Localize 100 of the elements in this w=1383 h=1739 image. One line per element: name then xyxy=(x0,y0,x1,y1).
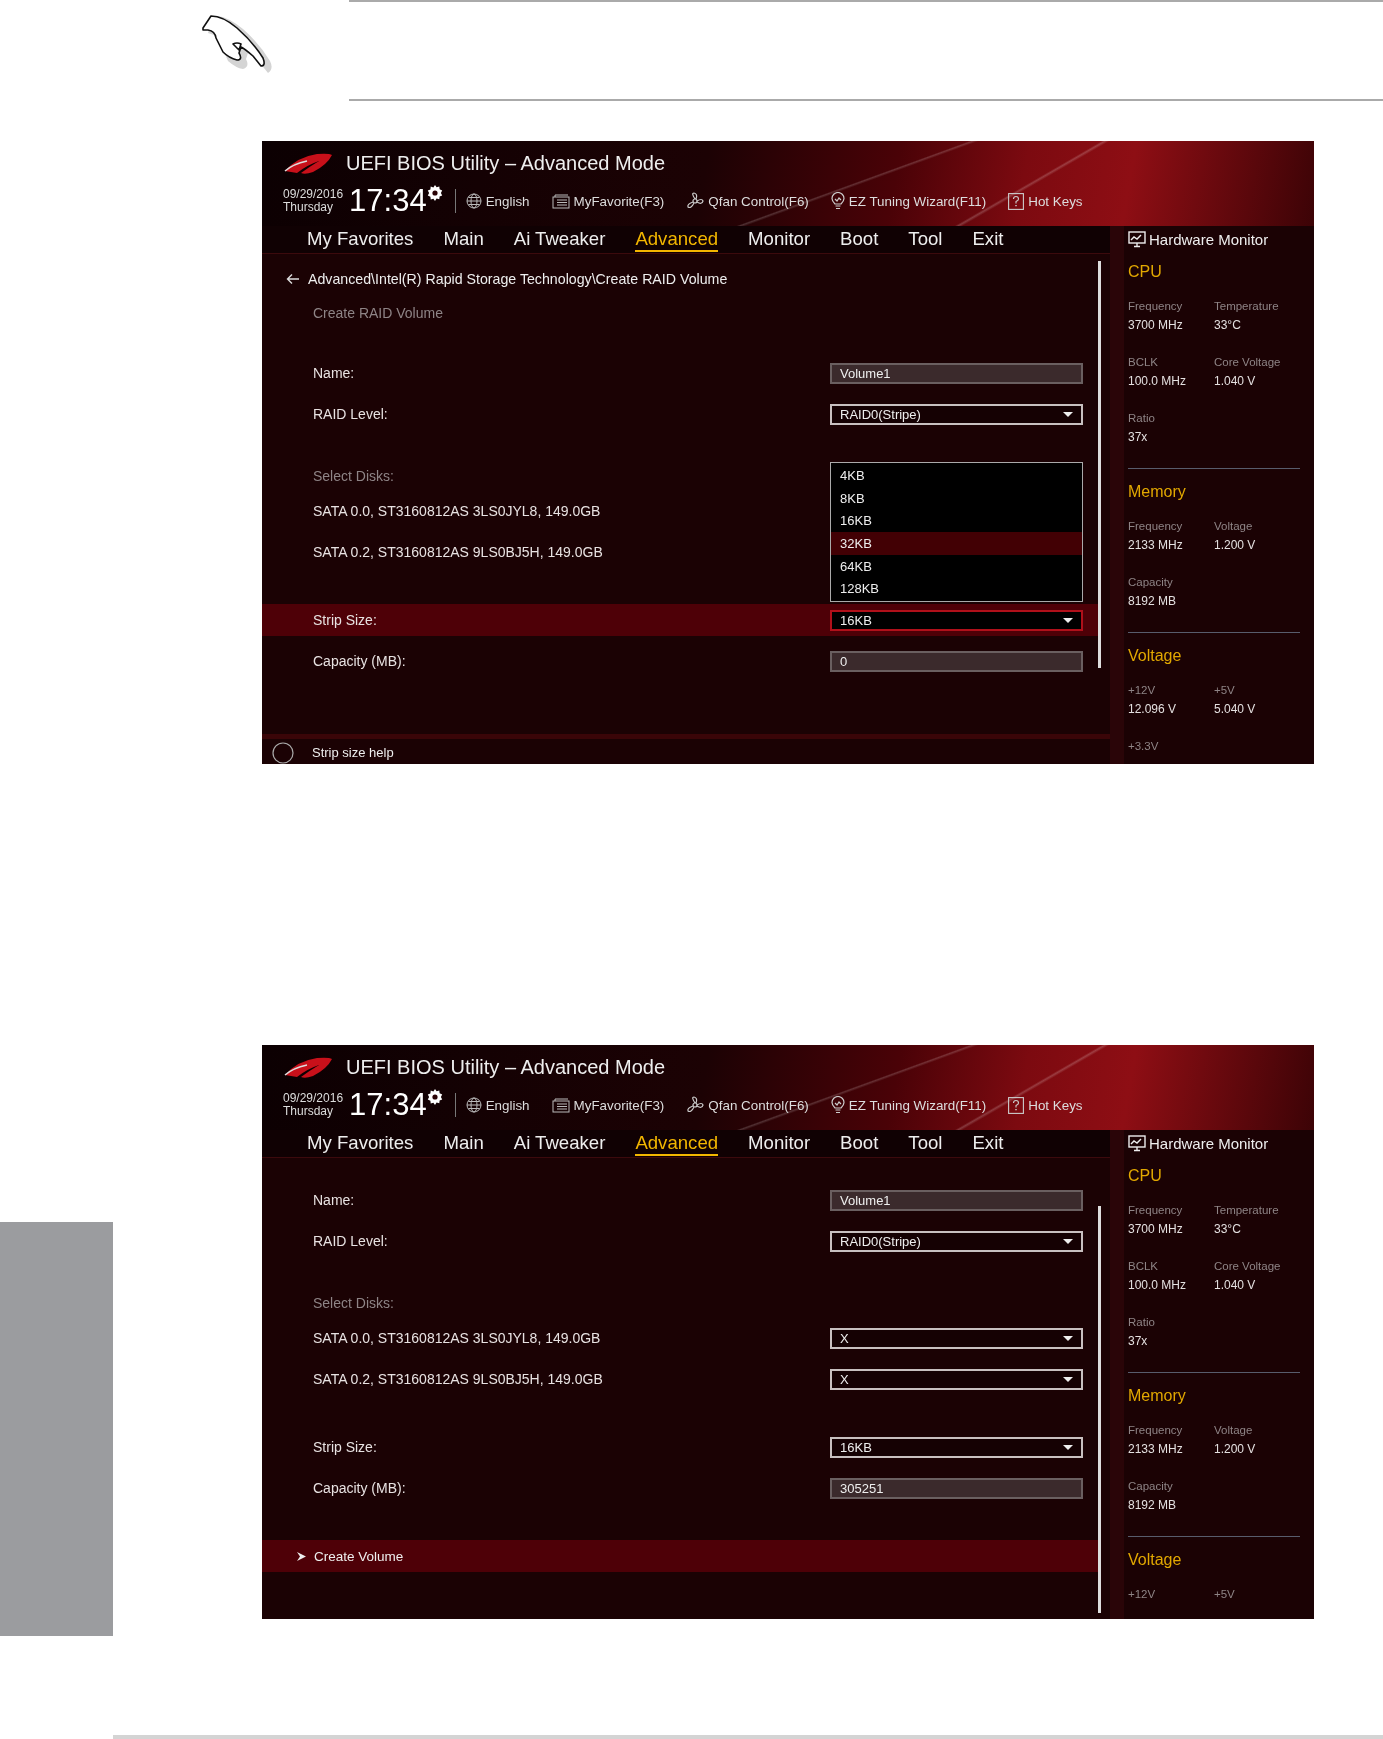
caret-icon xyxy=(1063,1444,1073,1450)
dropdown-option[interactable]: 8KB xyxy=(831,487,1082,510)
section-label: Select Disks: xyxy=(313,1295,394,1311)
reading-value: 5.040 V xyxy=(1214,701,1257,718)
setting-label: SATA 0.0, ST3160812AS 3LS0JYL8, 149.0GB xyxy=(313,1330,602,1346)
caret-icon xyxy=(1063,1335,1073,1341)
reading-value: 1.040 V xyxy=(1214,373,1257,390)
reading-label: +5V xyxy=(1214,683,1236,698)
reading-label: Capacity xyxy=(1128,575,1174,590)
reading-value: 100.0 MHz xyxy=(1128,373,1188,390)
caret-icon xyxy=(1063,1238,1073,1244)
menu-tab[interactable]: Ai Tweaker xyxy=(513,1132,606,1155)
logo-icon xyxy=(283,1055,333,1079)
reading-value: 37x xyxy=(1128,429,1149,446)
weekday-text: Thursday xyxy=(283,201,335,214)
setting-label: RAID Level: xyxy=(313,1233,389,1249)
menu-tab[interactable]: Monitor xyxy=(748,1132,811,1155)
help-text: Strip size help xyxy=(312,745,394,760)
dropdown[interactable]: X xyxy=(830,1368,1083,1390)
reading-value: 3700 MHz xyxy=(1128,1221,1184,1238)
setting-label: RAID Level: xyxy=(313,406,389,422)
reading-label: +3.3V xyxy=(1128,739,1160,754)
toolbar-item[interactable]: Qfan Control(F6) xyxy=(686,1096,809,1114)
reading-label: Voltage xyxy=(1214,1423,1254,1438)
menu-tab[interactable]: Advanced xyxy=(635,227,719,252)
setting-label: Strip Size: xyxy=(313,612,378,628)
dropdown[interactable]: RAID0(Stripe) xyxy=(830,1230,1083,1252)
reading-label: Frequency xyxy=(1128,519,1184,534)
menu-tab[interactable]: Ai Tweaker xyxy=(513,228,606,251)
reading-value: 8192 MB xyxy=(1128,593,1178,610)
reading-label: Capacity xyxy=(1128,1479,1174,1494)
section-heading: Voltage xyxy=(1128,1551,1183,1570)
toolbar-item[interactable]: Hot Keys xyxy=(1008,192,1083,210)
menu-tab[interactable]: Advanced xyxy=(635,1131,719,1156)
toolbar-item[interactable]: MyFavorite(F3) xyxy=(551,193,665,209)
dropdown-option[interactable]: 4KB xyxy=(831,464,1082,488)
gear-icon[interactable] xyxy=(426,185,443,201)
text-field[interactable]: 0 xyxy=(830,650,1083,672)
dropdown-option[interactable]: 128KB xyxy=(831,577,1082,600)
menu-item[interactable]: Create Volume xyxy=(297,1548,404,1564)
gear-icon[interactable] xyxy=(426,1089,443,1105)
reading-value: 2133 MHz xyxy=(1128,537,1184,554)
dropdown[interactable]: 16KB xyxy=(830,609,1083,631)
weekday-text: Thursday xyxy=(283,1105,335,1118)
dropdown-option[interactable]: 32KB xyxy=(831,532,1082,555)
monitor-icon xyxy=(1128,231,1146,248)
dropdown-option[interactable]: 64KB xyxy=(831,554,1082,578)
globe-icon xyxy=(465,1097,482,1113)
reading-label: Ratio xyxy=(1128,1315,1156,1330)
menu-tab[interactable]: Main xyxy=(443,1132,484,1155)
reading-value: 1.200 V xyxy=(1214,1441,1257,1458)
toolbar-label: Hot Keys xyxy=(1028,193,1083,209)
menu-tab[interactable]: My Favorites xyxy=(307,1132,414,1155)
toolbar-label: Qfan Control(F6) xyxy=(708,193,809,209)
menu-tab[interactable]: Exit xyxy=(972,1132,1004,1155)
reading-value: 12.096 V xyxy=(1128,701,1178,718)
menu-tab[interactable]: Boot xyxy=(840,1132,879,1155)
toolbar-label: EZ Tuning Wizard(F11) xyxy=(848,1097,987,1113)
toolbar-item[interactable]: Qfan Control(F6) xyxy=(686,192,809,210)
reading-label: Frequency xyxy=(1128,1203,1184,1218)
scrollbar[interactable] xyxy=(1098,261,1101,668)
toolbar-item[interactable]: EZ Tuning Wizard(F11) xyxy=(830,192,987,210)
caret-icon xyxy=(1063,1376,1073,1382)
menu-tab[interactable]: Main xyxy=(443,228,484,251)
toolbar-item[interactable]: Hot Keys xyxy=(1008,1096,1083,1114)
menu-tab[interactable]: Tool xyxy=(908,1132,943,1155)
date-text: 09/29/2016 xyxy=(283,188,344,201)
scrollbar[interactable] xyxy=(1098,1206,1101,1613)
dropdown[interactable]: 16KB xyxy=(830,1436,1083,1458)
setting-label: Strip Size: xyxy=(313,1439,378,1455)
reading-value: 37x xyxy=(1128,1333,1149,1350)
dropdown[interactable]: X xyxy=(830,1327,1083,1349)
toolbar-item[interactable]: MyFavorite(F3) xyxy=(551,1097,665,1113)
reading-value: 1.040 V xyxy=(1214,1277,1257,1294)
toolbar-item[interactable]: English xyxy=(465,193,530,209)
toolbar-item[interactable]: English xyxy=(465,1097,530,1113)
clock-text: 17:34 xyxy=(349,183,427,219)
menu-tab[interactable]: Monitor xyxy=(748,228,811,251)
reading-label: Frequency xyxy=(1128,1423,1184,1438)
page-subtitle: Create RAID Volume xyxy=(313,305,444,321)
reading-label: +5V xyxy=(1214,1587,1236,1602)
menu-tab[interactable]: Boot xyxy=(840,228,879,251)
section-heading: CPU xyxy=(1128,1167,1163,1186)
section-label: Select Disks: xyxy=(313,468,394,484)
dropdown-option[interactable]: 16KB xyxy=(831,509,1082,533)
text-field[interactable]: 305251 xyxy=(830,1477,1083,1499)
monitor-icon xyxy=(1128,1135,1146,1152)
fan-icon xyxy=(686,1096,705,1114)
text-field[interactable]: Volume1 xyxy=(830,1189,1083,1211)
toolbar-item[interactable]: EZ Tuning Wizard(F11) xyxy=(830,1096,987,1114)
text-field[interactable]: Volume1 xyxy=(830,362,1083,384)
menu-tab[interactable]: My Favorites xyxy=(307,228,414,251)
menu-tab[interactable]: Tool xyxy=(908,228,943,251)
caret-icon xyxy=(1063,617,1073,623)
setting-label: Capacity (MB): xyxy=(313,1480,407,1496)
back-arrow-icon[interactable] xyxy=(286,273,300,285)
help-icon xyxy=(1008,192,1025,210)
dropdown[interactable]: RAID0(Stripe) xyxy=(830,403,1083,425)
panel-title: Hardware Monitor xyxy=(1149,231,1269,248)
menu-tab[interactable]: Exit xyxy=(972,228,1004,251)
